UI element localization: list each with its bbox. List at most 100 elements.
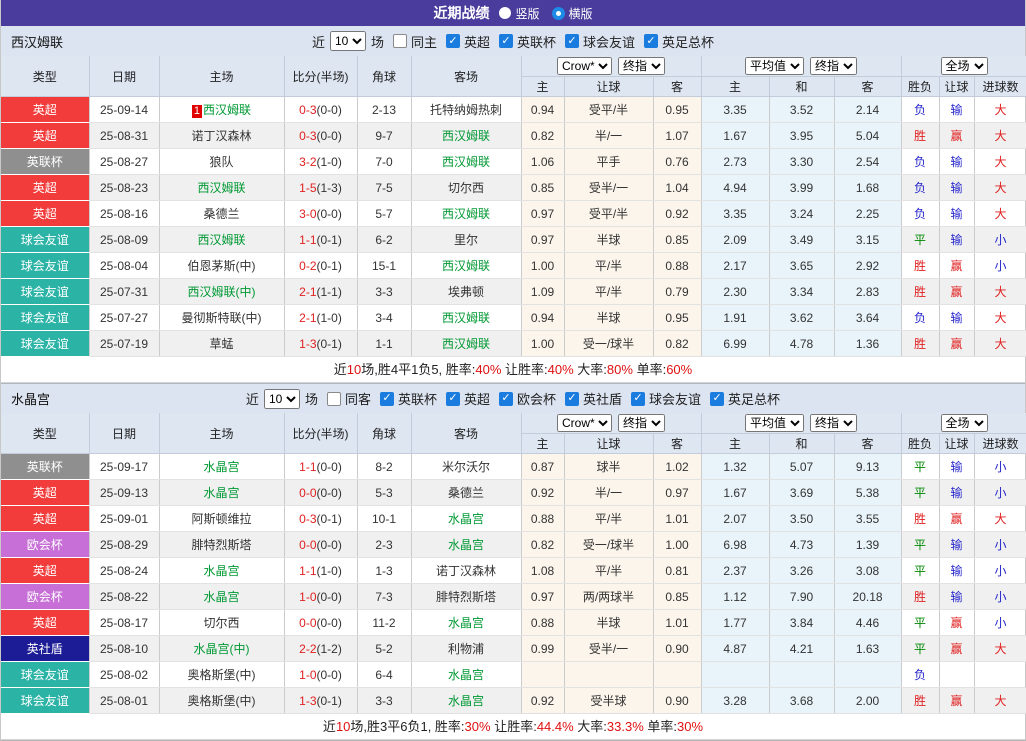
games-label: 场 xyxy=(370,34,384,50)
column-header: 比分(半场) xyxy=(284,56,358,97)
bookmaker-select[interactable]: Crow* xyxy=(557,414,612,432)
halftime-score: (1-1) xyxy=(316,284,342,299)
result-outcome: 负 xyxy=(901,200,940,227)
euro-home-odds: 1.12 xyxy=(701,583,770,610)
away-team-name: 米尔沃尔 xyxy=(441,460,490,474)
euro-home-odds: 1.91 xyxy=(701,304,770,331)
home-team-name: 伯恩茅斯(中) xyxy=(187,259,256,273)
euro-home-odds: 3.35 xyxy=(701,96,770,123)
home-team-name: 水晶宫 xyxy=(203,460,240,474)
euro-away-odds: 9.13 xyxy=(834,453,902,480)
league-checkbox[interactable]: ✓ xyxy=(445,391,460,406)
match-row: 英超 25-09-01 阿斯顿维拉 0-3(0-1) 10-1 水晶宫 0.88 平/半 1.0… xyxy=(1,505,1026,532)
summary-segment: 让胜率: xyxy=(490,719,537,734)
match-count-select[interactable]: 10 xyxy=(329,31,366,51)
corner-score: 5-7 xyxy=(357,200,412,227)
home-team: 水晶宫(中) xyxy=(159,635,285,662)
final-odds-select-2[interactable]: 终指 xyxy=(810,57,858,75)
league-type-badge: 英超 xyxy=(1,122,90,149)
same-venue-checkbox[interactable] xyxy=(326,391,341,406)
euro-home-odds: 2.17 xyxy=(701,252,770,279)
handicap-away-odds: 1.01 xyxy=(653,609,702,636)
result-handicap: 输 xyxy=(939,531,975,558)
handicap-away-odds: 0.95 xyxy=(653,96,702,123)
league-checkbox[interactable]: ✓ xyxy=(710,391,725,406)
result-outcome: 胜 xyxy=(901,505,940,532)
average-select[interactable]: 平均值 xyxy=(745,414,805,432)
handicap-home-odds: 0.97 xyxy=(521,226,565,253)
handicap-line: 受平/半 xyxy=(564,200,654,227)
euro-away-odds: 2.92 xyxy=(834,252,902,279)
away-team-name: 西汉姆联 xyxy=(441,155,490,169)
handicap-away-odds: 0.85 xyxy=(653,226,702,253)
league-label: 英联杯 xyxy=(517,34,557,50)
home-team-name: 奥格斯堡(中) xyxy=(187,694,256,708)
same-venue-checkbox[interactable] xyxy=(392,34,407,48)
match-count-select[interactable]: 10 xyxy=(263,388,300,409)
euro-draw-odds: 5.07 xyxy=(769,453,835,480)
final-odds-select[interactable]: 终指 xyxy=(618,414,665,432)
home-team-name: 诺丁汉森林 xyxy=(191,129,252,143)
result-outcome: 平 xyxy=(901,479,940,506)
fulltime-score: 1-3 xyxy=(299,336,317,351)
result-outcome: 平 xyxy=(901,557,940,584)
match-score: 1-0(0-0) xyxy=(284,583,358,610)
league-checkbox[interactable]: ✓ xyxy=(644,34,659,48)
home-team-name: 阿斯顿维拉 xyxy=(191,512,252,526)
league-checkbox[interactable]: ✓ xyxy=(445,34,460,48)
result-goals: 大 xyxy=(974,174,1026,201)
euro-odds-header-group: 平均值 终指 xyxy=(701,56,902,77)
match-date: 25-08-17 xyxy=(89,609,160,636)
home-team: 水晶宫 xyxy=(159,557,285,584)
result-handicap: 赢 xyxy=(939,252,975,279)
page-title: 近期战绩 xyxy=(433,5,490,21)
radio-horizontal-layout[interactable]: 横版 xyxy=(551,5,593,22)
handicap-home-odds: 0.94 xyxy=(521,96,565,123)
record-summary: 近10场,胜3平6负1, 胜率:30% 让胜率:44.4% 大率:33.3% 单… xyxy=(1,714,1025,740)
handicap-home-odds: 0.82 xyxy=(521,531,565,558)
summary-segment: 33.3% xyxy=(606,719,644,734)
fulltime-select[interactable]: 全场 xyxy=(940,57,988,75)
handicap-away-odds: 0.81 xyxy=(653,557,702,584)
league-checkbox[interactable]: ✓ xyxy=(499,34,513,48)
result-outcome: 负 xyxy=(901,96,940,123)
result-handicap: 赢 xyxy=(939,687,975,714)
league-checkbox[interactable]: ✓ xyxy=(379,391,394,406)
result-outcome: 胜 xyxy=(901,252,940,279)
radio-vertical-icon[interactable] xyxy=(499,7,512,19)
result-handicap: 输 xyxy=(939,148,975,175)
radio-horizontal-icon[interactable] xyxy=(551,6,565,20)
euro-draw-odds: 3.24 xyxy=(769,200,835,227)
radio-vertical-layout[interactable]: 竖版 xyxy=(499,5,540,22)
corner-score: 1-1 xyxy=(357,330,412,357)
summary-segment: 80% xyxy=(606,362,633,377)
fulltime-select[interactable]: 全场 xyxy=(940,414,988,432)
handicap-line: 受半/一 xyxy=(564,174,654,201)
final-odds-select[interactable]: 终指 xyxy=(618,57,665,75)
league-checkbox[interactable]: ✓ xyxy=(565,34,580,48)
result-goals: 大 xyxy=(974,96,1026,123)
league-checkbox[interactable]: ✓ xyxy=(499,391,513,406)
corner-score: 8-2 xyxy=(357,453,412,480)
handicap-line: 平/半 xyxy=(564,278,654,305)
away-team-name: 水晶宫 xyxy=(447,694,484,708)
league-checkbox[interactable]: ✓ xyxy=(565,391,580,406)
fulltime-score: 1-0 xyxy=(299,667,317,682)
league-checkbox[interactable]: ✓ xyxy=(631,391,646,406)
handicap-home-odds: 0.88 xyxy=(521,609,565,636)
corner-score: 1-3 xyxy=(357,557,412,584)
final-odds-select-2[interactable]: 终指 xyxy=(810,414,858,432)
handicap-line: 平/半 xyxy=(564,505,654,532)
league-type-badge: 英超 xyxy=(1,479,90,506)
column-header: 角球 xyxy=(357,413,412,454)
summary-segment: 44.4% xyxy=(536,719,574,734)
match-score: 1-1(0-0) xyxy=(284,453,358,480)
halftime-score: (1-2) xyxy=(316,641,342,656)
handicap-line: 半球 xyxy=(564,304,654,331)
home-team: 桑德兰 xyxy=(159,200,285,227)
bookmaker-select[interactable]: Crow* xyxy=(557,57,612,75)
corner-score: 3-3 xyxy=(357,687,412,714)
average-select[interactable]: 平均值 xyxy=(745,57,805,75)
result-outcome: 平 xyxy=(901,635,940,662)
handicap-line: 半球 xyxy=(564,226,654,253)
